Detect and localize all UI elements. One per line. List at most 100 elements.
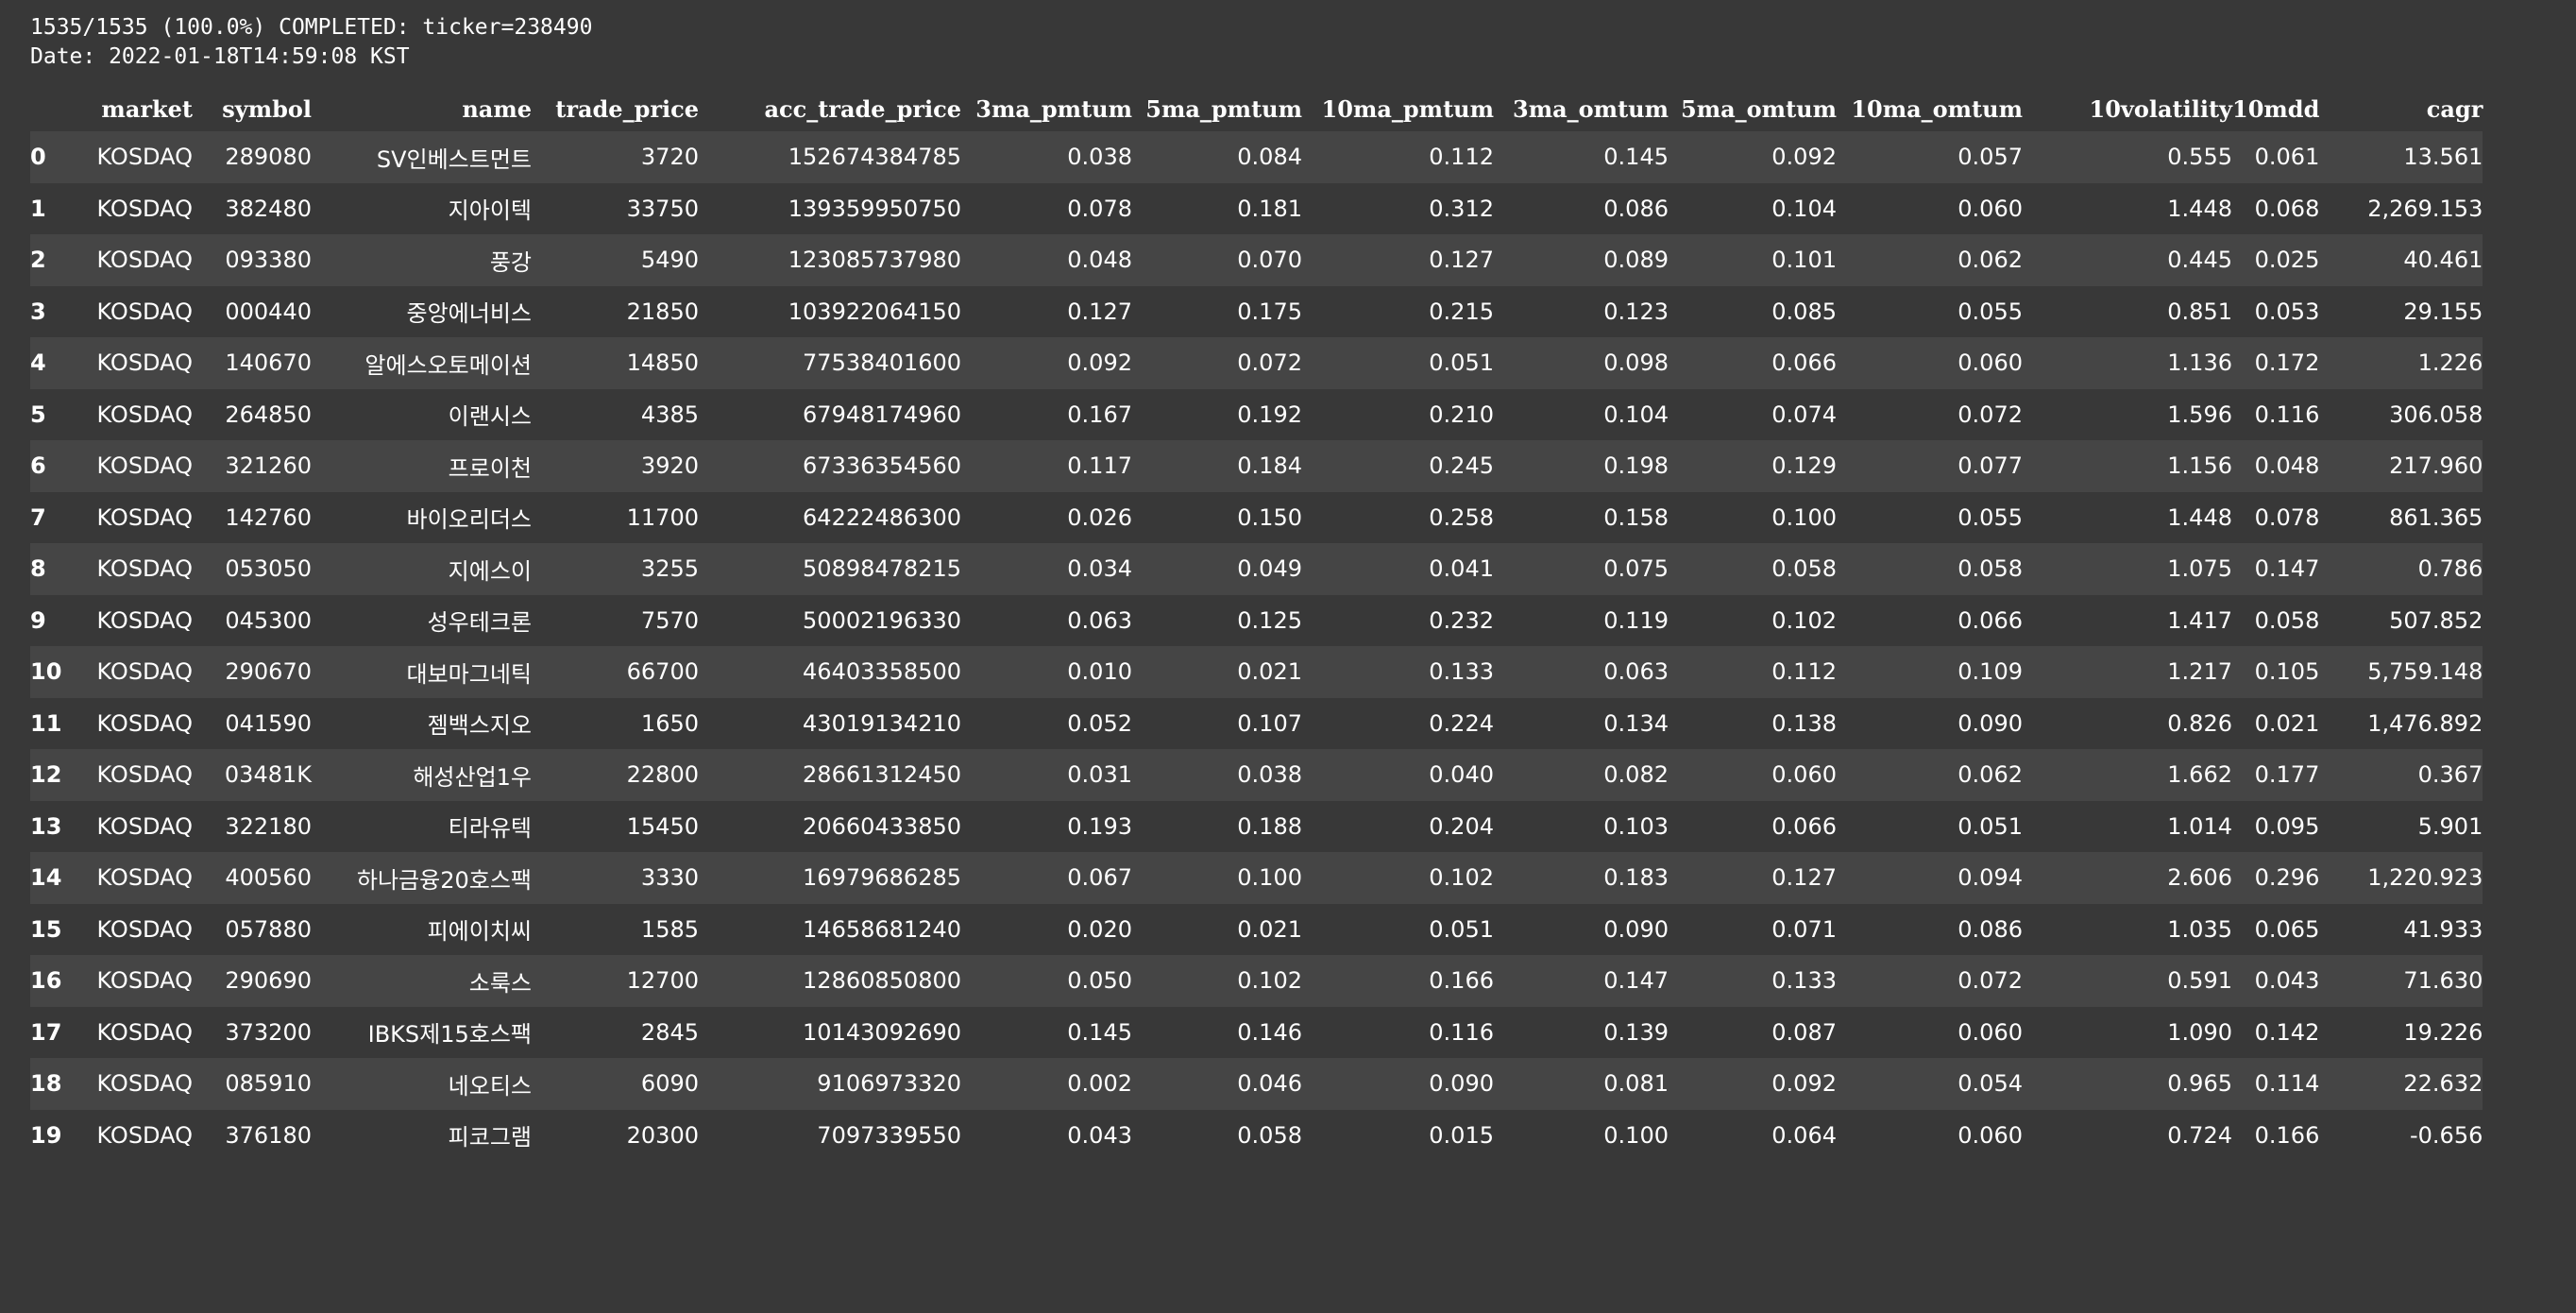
cell-10ma-omtum: 0.055 <box>1957 298 2023 325</box>
cell-10volatility: 2.606 <box>2167 864 2232 892</box>
cell-10mdd: 0.166 <box>2254 1121 2320 1149</box>
cell-market: KOSDAQ <box>96 864 194 892</box>
cell-10volatility: 1.417 <box>2167 606 2232 634</box>
cell-10ma-omtum: 0.077 <box>1957 452 2023 480</box>
cell-10ma-pmtum: 0.166 <box>1429 967 1494 995</box>
cell-3ma-omtum: 0.063 <box>1603 658 1669 686</box>
cell-5ma-pmtum: 0.072 <box>1237 350 1302 377</box>
row-index: 18 <box>30 1070 62 1098</box>
cell-symbol: 290690 <box>225 967 312 995</box>
cell-3ma-omtum: 0.145 <box>1603 144 1669 171</box>
cell-trade-price: 33750 <box>626 195 699 222</box>
cell-trade-price: 6090 <box>640 1070 699 1098</box>
cell-10volatility: 0.591 <box>2167 967 2232 995</box>
table-row: 1 KOSDAQ 382480 지아이텍 33750 139359950750 0.078 0… <box>30 182 2483 234</box>
cell-5ma-omtum: 0.087 <box>1771 1018 1837 1046</box>
table-row: 2 KOSDAQ 093380 풍강 5490 123085737980 0.048 0.07… <box>30 234 2483 286</box>
cell-10ma-pmtum: 0.040 <box>1429 761 1494 789</box>
table-row: 3 KOSDAQ 000440 중앙에너비스 21850 103922064150 0.12… <box>30 285 2483 337</box>
cell-symbol: 322180 <box>225 812 312 840</box>
cell-cagr: 507.852 <box>2389 606 2483 634</box>
cell-market: KOSDAQ <box>96 709 194 737</box>
cell-name: 하나금융20호스팩 <box>356 866 532 894</box>
cell-10volatility: 0.851 <box>2167 298 2232 325</box>
cell-trade-price: 3330 <box>640 864 699 892</box>
table-row: 4 KOSDAQ 140670 알에스오토메이션 14850 77538401600 0.0… <box>30 337 2483 389</box>
row-index: 1 <box>30 195 46 222</box>
cell-10ma-omtum: 0.055 <box>1957 503 2023 531</box>
cell-5ma-pmtum: 0.100 <box>1237 864 1302 892</box>
cell-cagr: 0.367 <box>2417 761 2483 789</box>
cell-symbol: 045300 <box>225 606 312 634</box>
cell-symbol: 382480 <box>225 195 312 222</box>
cell-3ma-omtum: 0.104 <box>1603 401 1669 428</box>
cell-5ma-pmtum: 0.058 <box>1237 1121 1302 1149</box>
cell-name: 피코그램 <box>448 1124 532 1151</box>
cell-acc-trade-price: 67948174960 <box>803 401 961 428</box>
cell-3ma-omtum: 0.198 <box>1603 452 1669 480</box>
header-row: market symbol name trade_price acc_trade_pri… <box>30 86 2483 131</box>
cell-10ma-omtum: 0.051 <box>1957 812 2023 840</box>
cell-10ma-pmtum: 0.112 <box>1429 144 1494 171</box>
cell-3ma-omtum: 0.090 <box>1603 915 1669 943</box>
row-index: 9 <box>30 606 46 634</box>
cell-cagr: 22.632 <box>2403 1070 2483 1098</box>
cell-acc-trade-price: 67336354560 <box>803 452 961 480</box>
cell-10ma-pmtum: 0.312 <box>1429 195 1494 222</box>
cell-10volatility: 1.136 <box>2167 350 2232 377</box>
table-row: 15 KOSDAQ 057880 피에이치씨 1585 14658681240 0.020 0… <box>30 903 2483 955</box>
row-index: 15 <box>30 915 62 943</box>
cell-symbol: 057880 <box>225 915 312 943</box>
cell-cagr: 71.630 <box>2403 967 2483 995</box>
cell-3ma-pmtum: 0.020 <box>1067 915 1132 943</box>
cell-market: KOSDAQ <box>96 1070 194 1098</box>
cell-acc-trade-price: 139359950750 <box>788 195 961 222</box>
cell-5ma-omtum: 0.064 <box>1771 1121 1837 1149</box>
cell-cagr: -0.656 <box>2409 1121 2483 1149</box>
cell-10ma-omtum: 0.072 <box>1957 401 2023 428</box>
cell-5ma-pmtum: 0.146 <box>1237 1018 1302 1046</box>
column-header-10mdd: 10mdd <box>2232 94 2320 123</box>
cell-5ma-omtum: 0.071 <box>1771 915 1837 943</box>
cell-10mdd: 0.065 <box>2254 915 2320 943</box>
cell-5ma-omtum: 0.066 <box>1771 350 1837 377</box>
cell-symbol: 041590 <box>225 709 312 737</box>
cell-market: KOSDAQ <box>96 606 194 634</box>
cell-market: KOSDAQ <box>96 144 194 171</box>
cell-acc-trade-price: 152674384785 <box>788 144 961 171</box>
cell-5ma-omtum: 0.066 <box>1771 812 1837 840</box>
cell-10mdd: 0.105 <box>2254 658 2320 686</box>
row-index: 2 <box>30 247 46 274</box>
cell-symbol: 053050 <box>225 555 312 583</box>
cell-trade-price: 20300 <box>626 1121 699 1149</box>
cell-10ma-pmtum: 0.041 <box>1429 555 1494 583</box>
cell-10mdd: 0.025 <box>2254 247 2320 274</box>
cell-10mdd: 0.043 <box>2254 967 2320 995</box>
cell-3ma-pmtum: 0.010 <box>1067 658 1132 686</box>
cell-5ma-omtum: 0.100 <box>1771 503 1837 531</box>
cell-3ma-pmtum: 0.092 <box>1067 350 1132 377</box>
cell-10mdd: 0.116 <box>2254 401 2320 428</box>
cell-3ma-omtum: 0.081 <box>1603 1070 1669 1098</box>
cell-5ma-omtum: 0.060 <box>1771 761 1837 789</box>
cell-trade-price: 7570 <box>640 606 699 634</box>
cell-3ma-omtum: 0.082 <box>1603 761 1669 789</box>
cell-acc-trade-price: 7097339550 <box>817 1121 961 1149</box>
cell-10volatility: 1.217 <box>2167 658 2232 686</box>
column-header-acc-trade-price: acc_trade_price <box>764 94 961 123</box>
cell-cagr: 861.365 <box>2389 503 2483 531</box>
cell-3ma-omtum: 0.119 <box>1603 606 1669 634</box>
cell-10ma-omtum: 0.062 <box>1957 761 2023 789</box>
cell-10volatility: 1.075 <box>2167 555 2232 583</box>
cell-symbol: 400560 <box>225 864 312 892</box>
row-index: 19 <box>30 1121 62 1149</box>
column-header-5ma-omtum: 5ma_omtum <box>1681 94 1837 123</box>
cell-5ma-pmtum: 0.150 <box>1237 503 1302 531</box>
cell-10mdd: 0.177 <box>2254 761 2320 789</box>
cell-10volatility: 1.035 <box>2167 915 2232 943</box>
cell-10ma-omtum: 0.072 <box>1957 967 2023 995</box>
table-row: 14 KOSDAQ 400560 하나금융20호스팩 3330 16979686285 0.… <box>30 852 2483 904</box>
cell-10mdd: 0.078 <box>2254 503 2320 531</box>
cell-3ma-omtum: 0.075 <box>1603 555 1669 583</box>
cell-10mdd: 0.172 <box>2254 350 2320 377</box>
